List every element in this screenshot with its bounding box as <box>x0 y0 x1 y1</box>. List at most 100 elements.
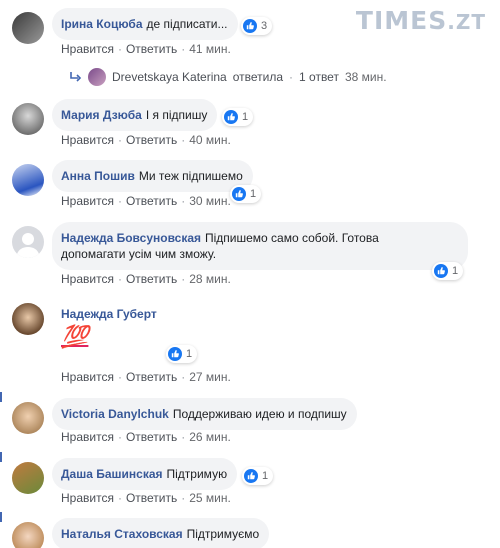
separator: · <box>117 133 122 147</box>
reaction-number: 1 <box>250 188 257 200</box>
reaction-number: 1 <box>186 348 193 360</box>
comment-time[interactable]: 25 мин. <box>189 491 231 505</box>
comment-time[interactable]: 28 мин. <box>189 272 231 286</box>
comment-actions: Нравится · Ответить · 30 мин. <box>61 194 231 208</box>
separator: · <box>181 42 186 56</box>
separator: · <box>117 491 122 505</box>
avatar[interactable] <box>12 402 44 434</box>
like-icon <box>168 347 182 361</box>
reply-link[interactable]: Ответить <box>126 42 177 56</box>
like-link[interactable]: Нравится <box>61 272 114 286</box>
avatar[interactable] <box>12 303 44 335</box>
reaction-count[interactable]: 1 <box>242 467 274 485</box>
reply-link[interactable]: Ответить <box>126 491 177 505</box>
separator: · <box>181 272 186 286</box>
comment-bubble: Мария Дзюба І я підпишу <box>52 99 218 131</box>
like-link[interactable]: Нравится <box>61 370 114 384</box>
reaction-count[interactable]: 1 <box>166 345 198 363</box>
reply-author[interactable]: Drevetskaya Katerina <box>112 70 227 84</box>
reply-count[interactable]: 1 ответ <box>299 70 339 84</box>
reaction-number: 1 <box>452 265 459 277</box>
like-icon <box>224 110 238 124</box>
comment-author[interactable]: Наталья Стаховская <box>61 527 183 541</box>
like-icon <box>434 264 448 278</box>
reaction-count[interactable]: 1 <box>230 185 262 203</box>
comment-time[interactable]: 40 мин. <box>189 133 231 147</box>
comment-bubble: Анна Пошив Ми теж підпишемо <box>52 160 253 192</box>
comment-actions: Нравится · Ответить · 26 мин. <box>61 430 231 444</box>
separator: · <box>117 194 122 208</box>
separator: · <box>289 70 294 84</box>
comment-actions: Нравится · Ответить · 28 мин. <box>61 272 231 286</box>
separator: · <box>181 370 186 384</box>
comment-author[interactable]: Ірина Коцюба <box>61 17 143 31</box>
reply-avatar <box>88 68 106 86</box>
comment-actions: Нравится · Ответить · 40 мин. <box>61 133 231 147</box>
like-link[interactable]: Нравится <box>61 430 114 444</box>
reply-summary[interactable]: Drevetskaya Katerina ответила · 1 ответ 3… <box>70 68 387 86</box>
separator: · <box>117 430 122 444</box>
like-icon <box>243 19 257 33</box>
comment-author[interactable]: Мария Дзюба <box>61 108 142 122</box>
reaction-count[interactable]: 1 <box>432 262 464 280</box>
like-link[interactable]: Нравится <box>61 194 114 208</box>
comment-text: Підтримуємо <box>186 527 260 541</box>
separator: · <box>181 430 186 444</box>
comment-text: Підтримую <box>166 467 228 481</box>
comment-text-line2: допомагати усім чим зможу. <box>61 247 217 261</box>
hundred-points-emoji: 💯 <box>61 325 89 350</box>
default-avatar-icon <box>16 233 40 258</box>
reaction-number: 1 <box>262 470 269 482</box>
separator: · <box>117 42 122 56</box>
avatar[interactable] <box>12 522 44 548</box>
comment-actions: Нравится · Ответить · 25 мин. <box>61 491 231 505</box>
comment-bubble: Даша Башинская Підтримую <box>52 458 238 490</box>
comment-author[interactable]: Надежда Бовсуновская <box>61 231 201 245</box>
comment-actions: Нравится · Ответить · 27 мин. <box>61 370 231 384</box>
comment-time[interactable]: 26 мин. <box>189 430 231 444</box>
separator: · <box>117 272 122 286</box>
reply-link[interactable]: Ответить <box>126 133 177 147</box>
reply-link[interactable]: Ответить <box>126 272 177 286</box>
reply-link[interactable]: Ответить <box>126 430 177 444</box>
comment-bubble: Ірина Коцюба де підписати... <box>52 8 238 40</box>
comment-text: де підписати... <box>146 17 228 31</box>
reply-link[interactable]: Ответить <box>126 194 177 208</box>
comment-author[interactable]: Анна Пошив <box>61 169 135 183</box>
comment-time[interactable]: 41 мин. <box>189 42 231 56</box>
comment-text: Поддерживаю идею и подпишу <box>172 407 347 421</box>
reply-arrow-icon <box>70 72 82 82</box>
comment-text: І я підпишу <box>145 108 208 122</box>
avatar[interactable] <box>12 103 44 135</box>
avatar[interactable] <box>12 12 44 44</box>
reaction-number: 3 <box>261 20 268 32</box>
comment-bubble: Наталья Стаховская Підтримуємо <box>52 518 270 548</box>
comment-text: Ми теж підпишемо <box>138 169 243 183</box>
comment-actions: Нравится · Ответить · 41 мин. <box>61 42 231 56</box>
comment-author[interactable]: Даша Башинская <box>61 467 163 481</box>
comment-bubble: Надежда Бовсуновская Підпишемо само собой… <box>52 222 468 270</box>
like-icon <box>244 469 258 483</box>
reaction-count[interactable]: 3 <box>241 17 273 35</box>
watermark-suffix: .ZT <box>447 10 486 34</box>
watermark-brand: TIMES <box>355 6 448 35</box>
like-link[interactable]: Нравится <box>61 133 114 147</box>
separator: · <box>181 133 186 147</box>
avatar[interactable] <box>12 164 44 196</box>
comment-time[interactable]: 30 мин. <box>189 194 231 208</box>
separator: · <box>181 491 186 505</box>
separator: · <box>117 370 122 384</box>
comment-author[interactable]: Надежда Губерт <box>61 307 157 321</box>
avatar[interactable] <box>12 226 44 258</box>
comment-time[interactable]: 27 мин. <box>189 370 231 384</box>
comment-author-wrap: Надежда Губерт <box>61 307 161 321</box>
reply-link[interactable]: Ответить <box>126 370 177 384</box>
separator: · <box>181 194 186 208</box>
reply-time: 38 мин. <box>344 70 387 84</box>
site-watermark: TIMES.ZT <box>356 6 486 35</box>
reaction-count[interactable]: 1 <box>222 108 254 126</box>
comment-author[interactable]: Victoria Danylchuk <box>61 407 169 421</box>
like-link[interactable]: Нравится <box>61 491 114 505</box>
avatar[interactable] <box>12 462 44 494</box>
like-link[interactable]: Нравится <box>61 42 114 56</box>
